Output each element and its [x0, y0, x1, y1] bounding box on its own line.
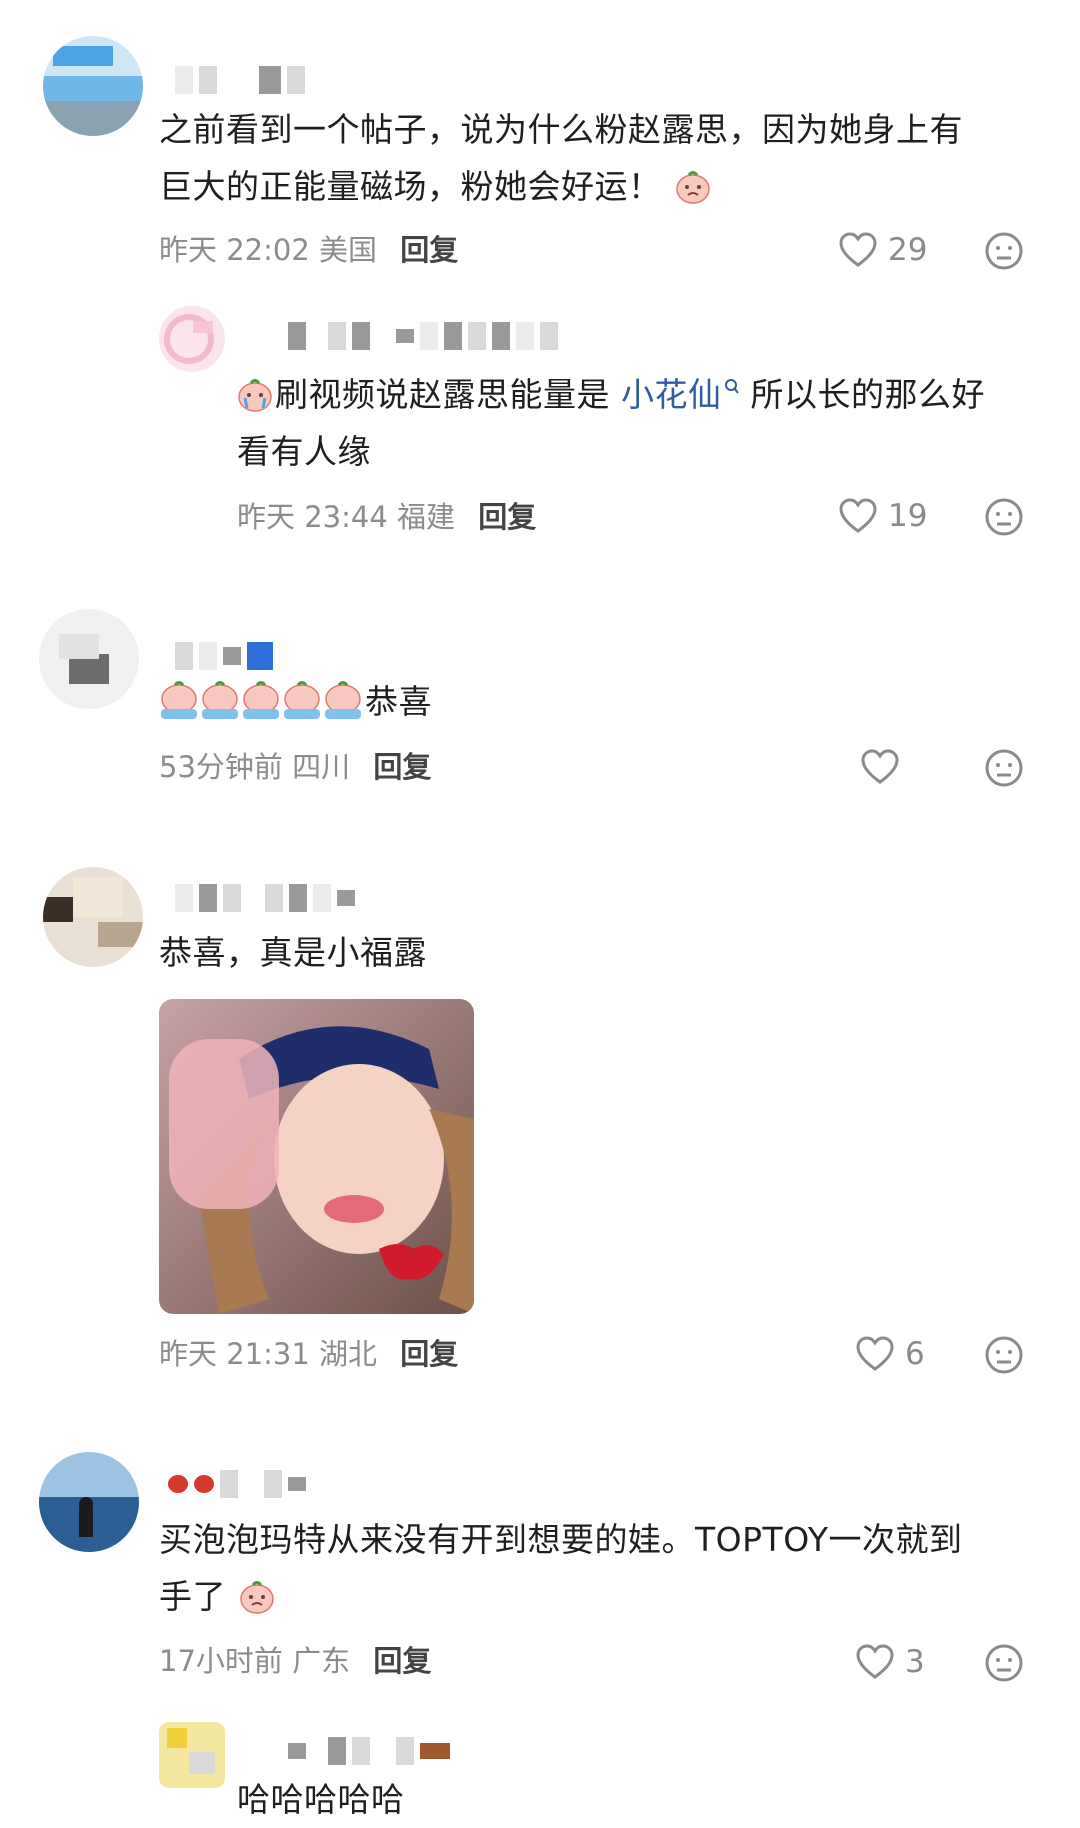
peach-cry-emoji — [238, 379, 272, 412]
comment-text-pre: 刷视频说赵露思能量是 — [275, 375, 610, 414]
neutral-face-icon[interactable] — [984, 748, 1024, 788]
username-mosaic[interactable] — [288, 1733, 450, 1769]
like-count: 29 — [888, 232, 928, 268]
comment-time: 昨天 21:31 — [159, 1337, 310, 1371]
comment-text: 恭喜 — [159, 673, 432, 730]
like-button[interactable] — [860, 745, 910, 789]
search-link[interactable]: 小花仙 — [621, 375, 740, 414]
comment-text-line1: 哈哈哈哈哈 — [237, 1780, 405, 1819]
peach-cry-emoji — [675, 171, 710, 204]
comment-text-line1: 刷视频说赵露思能量是 小花仙 所以长的那么好 — [237, 366, 985, 423]
comment-meta: 昨天 23:44 福建 回复 — [237, 497, 536, 537]
heart-outline-icon — [861, 749, 899, 784]
neutral-face-icon[interactable] — [984, 497, 1024, 537]
heart-outline-icon — [856, 1336, 894, 1371]
comment-meta: 昨天 22:02 美国 回复 — [159, 230, 458, 270]
comment-meta: 17小时前 广东 回复 — [159, 1641, 431, 1681]
neutral-face-icon[interactable] — [984, 1335, 1024, 1375]
avatar[interactable] — [39, 609, 139, 709]
search-link-text: 小花仙 — [621, 375, 722, 414]
comment-location: 福建 — [397, 500, 456, 534]
comment-time: 昨天 22:02 — [159, 233, 310, 267]
comment-time: 昨天 23:44 — [237, 500, 388, 534]
neutral-face-icon[interactable] — [984, 231, 1024, 271]
avatar[interactable] — [39, 1452, 139, 1552]
comment-text-line1: 买泡泡玛特从来没有开到想要的娃。TOPTOY一次就到 — [159, 1520, 963, 1559]
comment-text-line1: 之前看到一个帖子，说为什么粉赵露思，因为她身上有 — [159, 110, 963, 149]
comment-text: 刷视频说赵露思能量是 小花仙 所以长的那么好 看有人缘 — [237, 366, 985, 480]
comment-location: 广东 — [292, 1644, 351, 1678]
like-count: 19 — [888, 498, 928, 534]
like-button[interactable]: 29 — [838, 228, 927, 272]
comment-time: 17小时前 — [159, 1644, 283, 1678]
heart-outline-icon — [839, 498, 877, 533]
like-count: 3 — [905, 1644, 925, 1680]
comment-location: 湖北 — [319, 1337, 378, 1371]
comment-text: 买泡泡玛特从来没有开到想要的娃。TOPTOY一次就到 手了 — [159, 1511, 963, 1625]
username-mosaic[interactable] — [175, 62, 305, 98]
avatar[interactable] — [43, 867, 143, 967]
comment-text-line1: 恭喜，真是小福露 — [159, 933, 427, 972]
comment-text-content: 恭喜 — [365, 682, 432, 721]
peach-cry-emoji — [240, 1581, 274, 1614]
comment-text-line2-content: 手了 — [159, 1577, 226, 1616]
reply-button[interactable]: 回复 — [373, 750, 431, 784]
search-link-icon — [724, 379, 739, 394]
comment-text: 哈哈哈哈哈 — [237, 1771, 405, 1828]
heart-outline-icon — [856, 1644, 894, 1679]
username-mosaic[interactable] — [288, 318, 558, 354]
comment-text: 之前看到一个帖子，说为什么粉赵露思，因为她身上有 巨大的正能量磁场，粉她会好运！ — [159, 101, 963, 215]
reply-button[interactable]: 回复 — [373, 1644, 431, 1678]
comment-text: 恭喜，真是小福露 — [159, 924, 427, 981]
peach-cry-emoji — [161, 681, 361, 719]
comment-meta: 昨天 21:31 湖北 回复 — [159, 1334, 458, 1374]
comment-text-line2: 手了 — [159, 1568, 963, 1625]
comment-text-line1: 恭喜 — [159, 673, 432, 730]
comment-text-line2: 看有人缘 — [237, 432, 371, 471]
heart-outline-icon — [839, 232, 877, 267]
neutral-face-icon[interactable] — [984, 1643, 1024, 1683]
comment-time: 53分钟前 — [159, 750, 283, 784]
username-mosaic[interactable] — [175, 638, 273, 674]
comment-meta: 53分钟前 四川 回复 — [159, 747, 431, 787]
username-mosaic[interactable] — [168, 1466, 306, 1502]
reply-button[interactable]: 回复 — [478, 500, 536, 534]
comment-text-line2: 巨大的正能量磁场，粉她会好运！ — [159, 158, 963, 215]
comment-page: 之前看到一个帖子，说为什么粉赵露思，因为她身上有 巨大的正能量磁场，粉她会好运！… — [0, 0, 1080, 1819]
avatar[interactable] — [159, 306, 225, 372]
username-mosaic[interactable] — [175, 880, 355, 916]
reply-button[interactable]: 回复 — [400, 233, 458, 267]
like-button[interactable]: 19 — [838, 494, 927, 538]
avatar[interactable] — [159, 1722, 225, 1788]
comment-text-line2-content: 巨大的正能量磁场，粉她会好运！ — [159, 167, 662, 206]
comment-image[interactable] — [159, 999, 474, 1314]
comment-location: 美国 — [319, 233, 378, 267]
reply-button[interactable]: 回复 — [400, 1337, 458, 1371]
comment-location: 四川 — [292, 750, 351, 784]
avatar[interactable] — [43, 36, 143, 136]
like-count: 6 — [905, 1336, 925, 1372]
like-button[interactable]: 3 — [855, 1640, 925, 1684]
like-button[interactable]: 6 — [855, 1332, 925, 1376]
comment-text-post: 所以长的那么好 — [750, 375, 985, 414]
